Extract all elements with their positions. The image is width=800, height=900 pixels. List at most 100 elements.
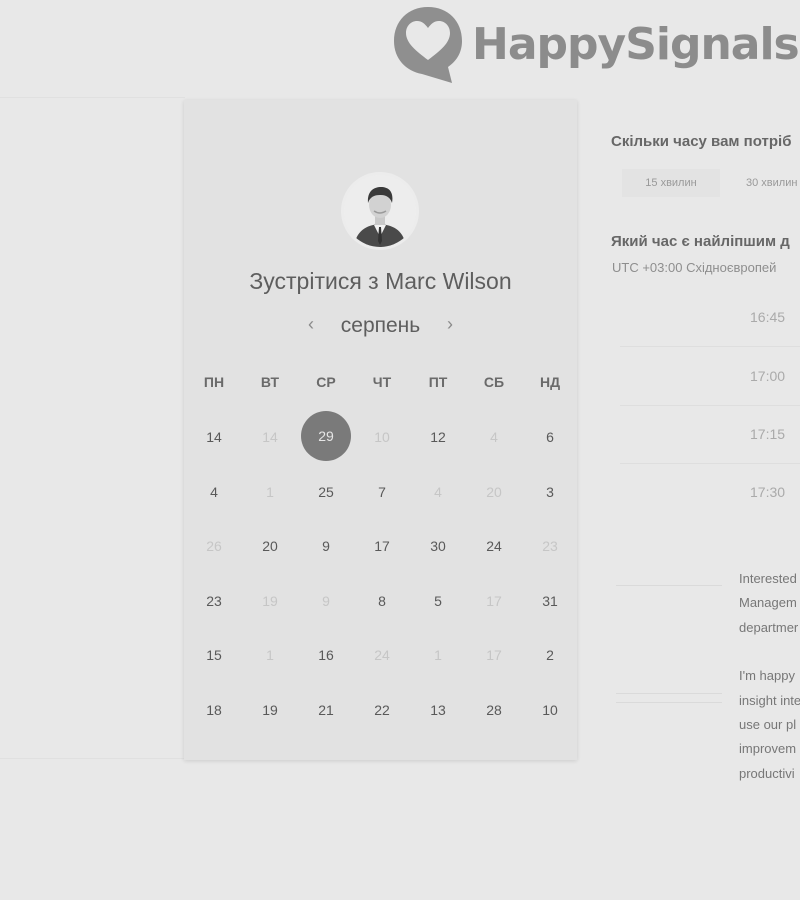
calendar-day-number: 23: [206, 592, 222, 609]
calendar-day[interactable]: 31: [522, 574, 578, 629]
logo-text: HappySignals: [472, 19, 800, 70]
description-line: departmer: [739, 619, 799, 635]
calendar-day-selected[interactable]: 29: [298, 410, 354, 465]
calendar-day-number: 1: [266, 483, 274, 500]
weekday-label: СР: [316, 374, 336, 390]
calendar-day-number: 29: [301, 411, 351, 462]
calendar-day: 10: [354, 410, 410, 465]
calendar-day[interactable]: 17: [354, 519, 410, 574]
time-slot[interactable]: 17:00: [620, 347, 800, 406]
calendar-day[interactable]: 8: [354, 574, 410, 629]
calendar-day-number: 5: [434, 592, 442, 609]
calendar-day[interactable]: 18: [186, 683, 242, 738]
time-slot[interactable]: 17:15: [620, 405, 800, 464]
description-line: improvem: [739, 741, 797, 757]
time-slot-label: 17:15: [750, 426, 786, 442]
calendar-card: Зустрітися з Marc Wilson ‹ серпень › ПН …: [184, 100, 577, 760]
description-line: insight inte: [739, 692, 800, 708]
calendar-day-number: 9: [322, 538, 330, 555]
time-slot-label: 17:00: [750, 368, 786, 384]
calendar-day: 1: [242, 628, 298, 683]
time-slot[interactable]: 17:30: [620, 463, 800, 521]
calendar-day[interactable]: 15: [186, 628, 242, 683]
calendar-day-number: 19: [262, 701, 278, 718]
timezone-selector[interactable]: UTC +03:00 Східноєвропей: [612, 260, 776, 275]
calendar-day-number: 18: [206, 701, 222, 718]
divider: [616, 693, 722, 694]
calendar-day-number: 3: [546, 483, 554, 500]
calendar-day-number: 20: [486, 483, 502, 500]
description-line: I'm happy: [739, 668, 795, 684]
calendar-day-number: 1: [434, 647, 442, 664]
heart-speech-bubble-icon: [394, 7, 462, 83]
person-photo-icon: [344, 175, 416, 247]
calendar-day-number: 20: [262, 538, 278, 555]
calendar-day-number: 28: [486, 701, 502, 718]
calendar-day[interactable]: 19: [242, 683, 298, 738]
calendar-day: 4: [410, 465, 466, 520]
time-slot[interactable]: 16:45: [620, 288, 800, 347]
calendar-day[interactable]: 12: [410, 410, 466, 465]
weekday-label: ВТ: [260, 374, 280, 390]
calendar-day: 20: [466, 465, 522, 520]
calendar-day-number: 8: [378, 592, 386, 609]
calendar-day[interactable]: 22: [354, 683, 410, 738]
time-slot-label: 17:30: [750, 484, 786, 500]
calendar-day[interactable]: 23: [186, 574, 242, 629]
calendar-day: 1: [410, 628, 466, 683]
calendar-day-number: 14: [262, 429, 278, 446]
time-question: Який час є найліпшим д: [611, 233, 790, 250]
time-slot-label: 16:45: [750, 309, 786, 325]
calendar-day-number: 21: [318, 701, 334, 718]
calendar-day[interactable]: 10: [522, 683, 578, 738]
calendar-day[interactable]: 6: [522, 410, 578, 465]
calendar-day: 26: [186, 519, 242, 574]
calendar-day[interactable]: 4: [186, 465, 242, 520]
duration-option-15[interactable]: 15 хвилин: [622, 169, 720, 197]
weekday-label: СБ: [483, 374, 505, 390]
calendar-day[interactable]: 25: [298, 465, 354, 520]
weekday-label: ПН: [203, 374, 225, 390]
calendar-day[interactable]: 2: [522, 628, 578, 683]
calendar-day[interactable]: 7: [354, 465, 410, 520]
calendar-day-number: 2: [546, 647, 554, 664]
calendar-day-number: 7: [378, 483, 386, 500]
divider: [616, 702, 722, 703]
calendar-day[interactable]: 14: [186, 410, 242, 465]
avatar: [344, 175, 416, 247]
calendar-day-number: 4: [490, 429, 498, 446]
meeting-title: Зустрітися з Marc Wilson: [249, 268, 512, 294]
calendar-day-number: 9: [322, 592, 330, 609]
weekday-label: ПТ: [428, 374, 448, 390]
calendar-day: 9: [298, 574, 354, 629]
calendar-day: 17: [466, 628, 522, 683]
duration-option-30[interactable]: 30 хвилин: [730, 169, 800, 197]
calendar-day-number: 17: [374, 538, 390, 555]
calendar-day[interactable]: 28: [466, 683, 522, 738]
calendar-day: 19: [242, 574, 298, 629]
calendar-day-number: 24: [486, 538, 502, 555]
host-description: Interested Managem departmer I'm happy i…: [739, 567, 800, 810]
calendar-day: 14: [242, 410, 298, 465]
divider: [0, 97, 185, 98]
calendar-day[interactable]: 5: [410, 574, 466, 629]
calendar-day[interactable]: 20: [242, 519, 298, 574]
calendar-day[interactable]: 24: [466, 519, 522, 574]
calendar-day-grid: 14 14 29 10 12 4 6 4 1 25 7 4 20 3 26 20 9 17 30 24 23 23 19 9 8…: [186, 410, 578, 737]
calendar-day: 1: [242, 465, 298, 520]
calendar-day-number: 17: [486, 647, 502, 664]
calendar-day-number: 4: [210, 483, 218, 500]
calendar-day-number: 15: [206, 647, 222, 664]
next-month-chevron-right-icon[interactable]: ›: [435, 314, 465, 335]
calendar-day[interactable]: 3: [522, 465, 578, 520]
calendar-day[interactable]: 21: [298, 683, 354, 738]
calendar-day: 17: [466, 574, 522, 629]
calendar-day[interactable]: 16: [298, 628, 354, 683]
prev-month-chevron-left-icon[interactable]: ‹: [296, 314, 326, 335]
calendar-day-number: 23: [542, 538, 558, 555]
calendar-day: 23: [522, 519, 578, 574]
calendar-day[interactable]: 13: [410, 683, 466, 738]
calendar-day[interactable]: 9: [298, 519, 354, 574]
calendar-day[interactable]: 30: [410, 519, 466, 574]
happysignals-logo[interactable]: HappySignals: [392, 5, 800, 85]
